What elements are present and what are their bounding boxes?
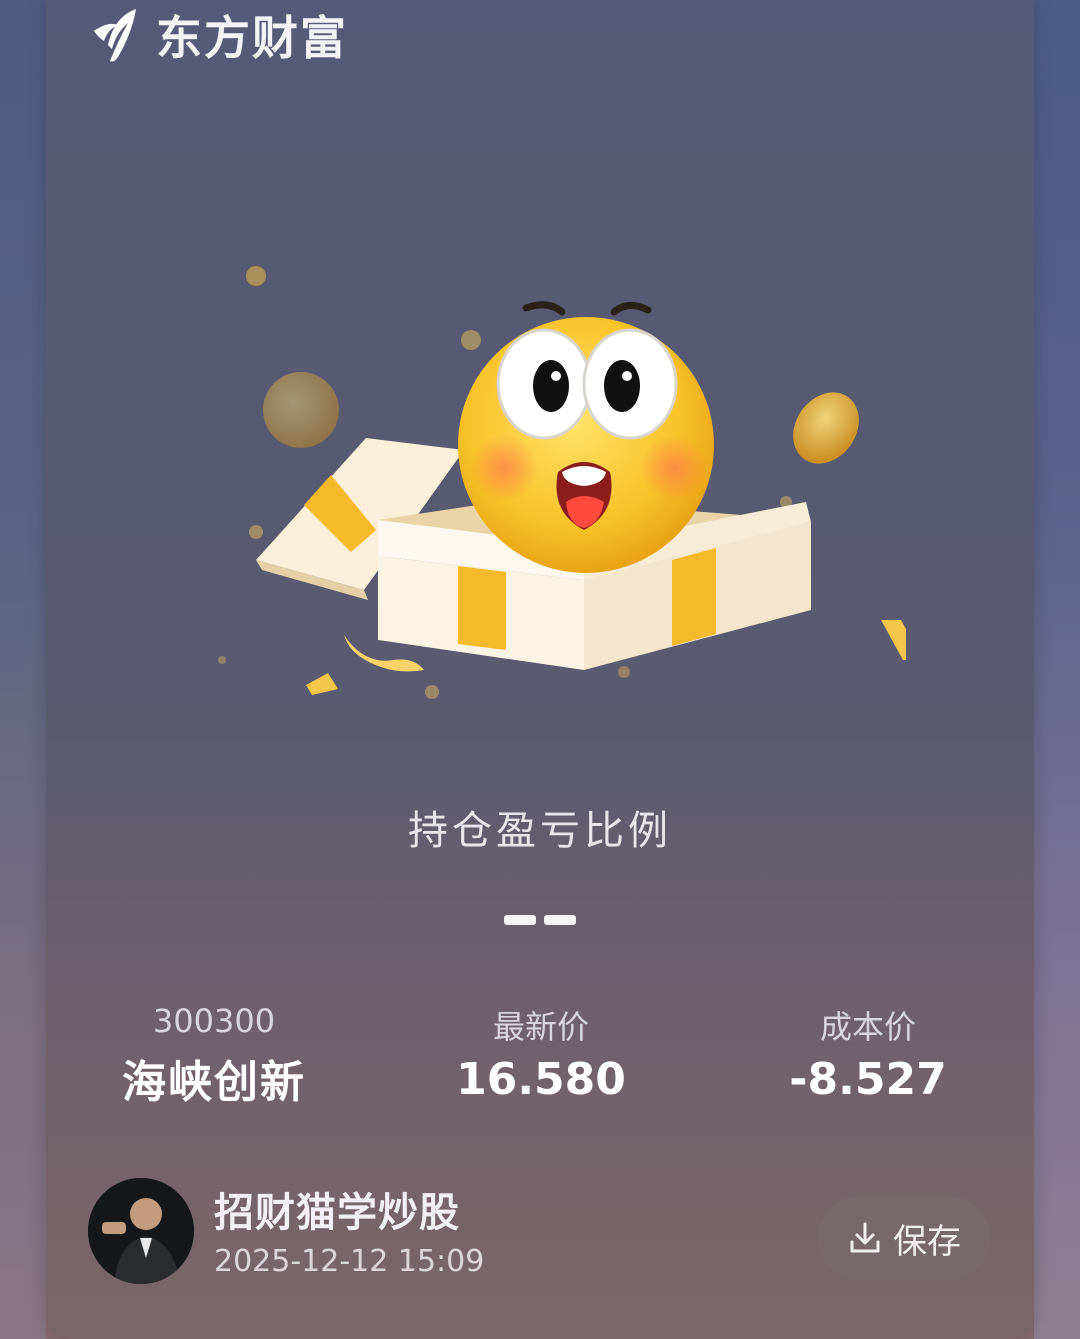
stock-name: 海峡创新 (122, 1057, 306, 1108)
cost-price-label: 成本价 (819, 1008, 916, 1046)
cost-price-value: -8.527 (789, 1054, 947, 1105)
share-card: 东方财富 持仓盈亏比例 300300 海峡创新 最新价 16.580 成本价 -… (46, 0, 1034, 1339)
background-blur-right (1034, 0, 1080, 1339)
placeholder-dash (504, 915, 536, 925)
user-avatar-image (88, 1178, 194, 1284)
eastmoney-logo-icon (94, 9, 136, 62)
stock-info: 300300 海峡创新 (114, 1002, 314, 1110)
brand-name: 东方财富 (156, 11, 348, 65)
profit-ratio-title: 持仓盈亏比例 (408, 808, 672, 854)
download-icon (850, 1222, 880, 1253)
cost-price: 成本价 -8.527 (768, 1002, 968, 1105)
profit-ratio-placeholder (504, 915, 576, 925)
stock-code: 300300 (152, 1002, 276, 1040)
save-button[interactable]: 保存 (818, 1196, 990, 1280)
background-blur-left (0, 0, 46, 1339)
latest-price-label: 最新价 (492, 1008, 589, 1046)
latest-price-value: 16.580 (456, 1054, 626, 1105)
latest-price: 最新价 16.580 (441, 1002, 641, 1105)
gift-box-emoji-illustration (218, 266, 906, 699)
user-name: 招财猫学炒股 (214, 1190, 460, 1236)
save-button-label: 保存 (893, 1221, 961, 1262)
timestamp: 2025-12-12 15:09 (214, 1244, 485, 1279)
placeholder-dash (544, 915, 576, 925)
avatar[interactable] (88, 1178, 194, 1284)
brand-header: 东方财富 (88, 2, 348, 68)
